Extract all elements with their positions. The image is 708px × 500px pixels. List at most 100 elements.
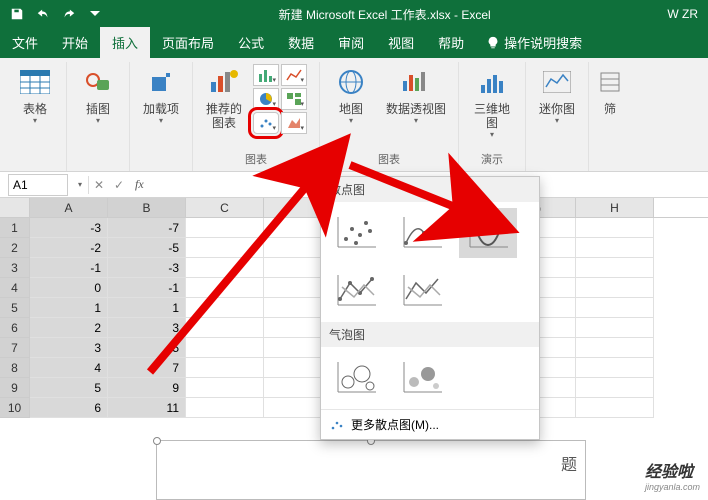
pie-chart-button[interactable]: ▾ [253, 88, 279, 110]
cancel-fx-button[interactable]: ✕ [89, 178, 109, 192]
cell[interactable]: -3 [30, 218, 108, 238]
cell[interactable]: 5 [108, 338, 186, 358]
tab-home[interactable]: 开始 [50, 27, 100, 58]
row-header[interactable]: 3 [0, 258, 30, 278]
filters-button[interactable]: 筛 [595, 62, 625, 120]
cell[interactable]: 9 [108, 378, 186, 398]
scatter-straight-lines-option[interactable] [393, 266, 451, 316]
row-header[interactable]: 2 [0, 238, 30, 258]
scatter-chart-button[interactable]: ▾ [253, 112, 279, 134]
cell[interactable] [576, 238, 654, 258]
cell[interactable] [186, 218, 264, 238]
tab-help[interactable]: 帮助 [426, 27, 476, 58]
row-header[interactable]: 9 [0, 378, 30, 398]
scatter-markers-option[interactable] [327, 208, 385, 258]
cell[interactable]: 3 [108, 318, 186, 338]
hierarchy-chart-button[interactable]: ▾ [281, 88, 307, 110]
scatter-smooth-lines-option[interactable] [459, 208, 517, 258]
scatter-smooth-markers-option[interactable] [393, 208, 451, 258]
cell[interactable] [186, 358, 264, 378]
cell[interactable]: -1 [108, 278, 186, 298]
3dmap-button[interactable]: 三维地 图 ▾ [465, 62, 519, 143]
cell[interactable]: 1 [108, 298, 186, 318]
cell[interactable] [186, 278, 264, 298]
col-header-H[interactable]: H [576, 198, 654, 217]
enter-fx-button[interactable]: ✓ [109, 178, 129, 192]
redo-icon[interactable] [58, 3, 80, 25]
cell[interactable] [576, 378, 654, 398]
tab-insert[interactable]: 插入 [100, 27, 150, 58]
cell[interactable]: 7 [108, 358, 186, 378]
cell[interactable]: 3 [30, 338, 108, 358]
user-name[interactable]: W ZR [657, 7, 708, 21]
scatter-straight-markers-option[interactable] [327, 266, 385, 316]
select-all-button[interactable] [0, 198, 30, 217]
tell-me[interactable]: 操作说明搜索 [476, 27, 592, 58]
cell[interactable] [186, 318, 264, 338]
illustrations-button[interactable]: 插图 ▾ [73, 62, 123, 129]
col-header-A[interactable]: A [30, 198, 108, 217]
save-icon[interactable] [6, 3, 28, 25]
cell[interactable]: -3 [108, 258, 186, 278]
row-header[interactable]: 8 [0, 358, 30, 378]
undo-icon[interactable] [32, 3, 54, 25]
cell[interactable] [186, 398, 264, 418]
surface-chart-button[interactable]: ▾ [281, 112, 307, 134]
cell[interactable]: 0 [30, 278, 108, 298]
cell[interactable]: 5 [30, 378, 108, 398]
sparklines-button[interactable]: 迷你图 ▾ [532, 62, 582, 129]
more-scatter-charts[interactable]: 更多散点图(M)... [321, 409, 539, 439]
qat-customize-icon[interactable] [84, 3, 106, 25]
cell[interactable] [576, 338, 654, 358]
cell[interactable] [576, 358, 654, 378]
cell[interactable]: -1 [30, 258, 108, 278]
cell[interactable] [186, 378, 264, 398]
row-header[interactable]: 4 [0, 278, 30, 298]
tab-view[interactable]: 视图 [376, 27, 426, 58]
recommended-charts-button[interactable]: 推荐的 图表 [199, 62, 249, 134]
line-chart-button[interactable]: ▾ [281, 64, 307, 86]
cell[interactable]: 2 [30, 318, 108, 338]
name-box-dropdown[interactable]: ▾ [72, 180, 88, 189]
chart-type-grid: ▾ ▾ ▾ ▾ ▾ ▾ [253, 62, 313, 134]
tab-review[interactable]: 审阅 [326, 27, 376, 58]
cell[interactable] [576, 258, 654, 278]
name-box[interactable]: A1 [8, 174, 68, 196]
cell[interactable] [186, 258, 264, 278]
pivotchart-button[interactable]: 数据透视图 ▾ [380, 62, 452, 129]
cell[interactable] [186, 338, 264, 358]
tab-layout[interactable]: 页面布局 [150, 27, 226, 58]
tab-data[interactable]: 数据 [276, 27, 326, 58]
cell[interactable] [576, 298, 654, 318]
chart-object[interactable]: 题 [156, 440, 586, 500]
cell[interactable]: 1 [30, 298, 108, 318]
cell[interactable] [576, 398, 654, 418]
tab-formulas[interactable]: 公式 [226, 27, 276, 58]
row-header[interactable]: 10 [0, 398, 30, 418]
cell[interactable] [186, 298, 264, 318]
cell[interactable]: 11 [108, 398, 186, 418]
cell[interactable] [576, 318, 654, 338]
cell[interactable] [576, 278, 654, 298]
cell[interactable]: -2 [30, 238, 108, 258]
tab-file[interactable]: 文件 [0, 27, 50, 58]
addins-button[interactable]: 加载项 ▾ [136, 62, 186, 129]
column-chart-button[interactable]: ▾ [253, 64, 279, 86]
row-header[interactable]: 5 [0, 298, 30, 318]
cell[interactable] [576, 218, 654, 238]
fx-icon[interactable]: fx [129, 177, 150, 192]
cell[interactable] [186, 238, 264, 258]
tables-button[interactable]: 表格 ▾ [10, 62, 60, 129]
col-header-B[interactable]: B [108, 198, 186, 217]
cell[interactable]: 6 [30, 398, 108, 418]
cell[interactable]: -5 [108, 238, 186, 258]
row-header[interactable]: 7 [0, 338, 30, 358]
cell[interactable]: 4 [30, 358, 108, 378]
bubble-option[interactable] [327, 353, 385, 403]
maps-button[interactable]: 地图 ▾ [326, 62, 376, 129]
bubble-3d-option[interactable] [393, 353, 451, 403]
cell[interactable]: -7 [108, 218, 186, 238]
col-header-C[interactable]: C [186, 198, 264, 217]
row-header[interactable]: 6 [0, 318, 30, 338]
row-header[interactable]: 1 [0, 218, 30, 238]
